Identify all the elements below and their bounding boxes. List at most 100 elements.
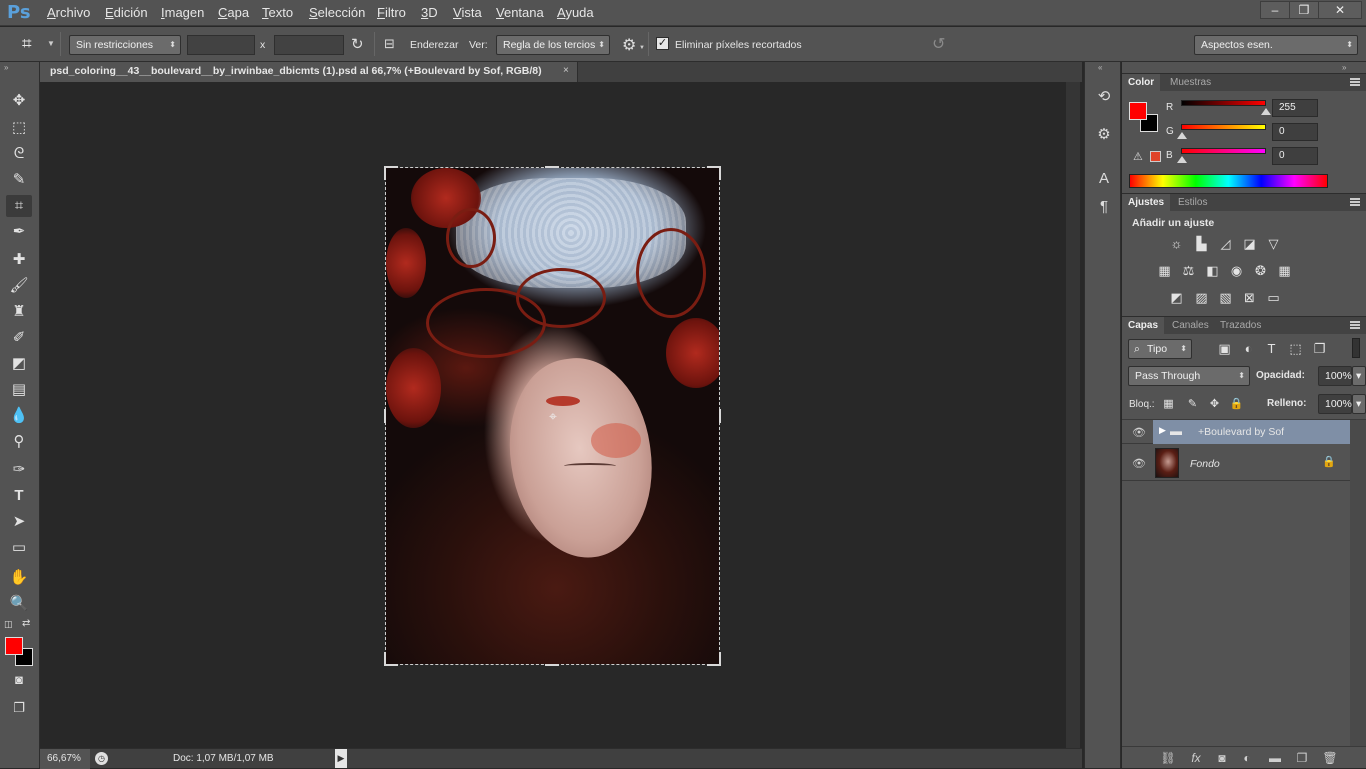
color-balance-icon[interactable]: ⚖ [1180, 263, 1197, 278]
channel-b-input[interactable]: 0 [1272, 147, 1318, 165]
slider-thumb[interactable] [1261, 108, 1271, 115]
crop-height-input[interactable] [274, 35, 344, 55]
gradient-map-icon[interactable]: ▭ [1265, 290, 1282, 305]
close-button[interactable]: ✕ [1318, 1, 1362, 19]
black-white-icon[interactable]: ◧ [1204, 263, 1221, 278]
lock-position-icon[interactable]: ✥ [1206, 397, 1223, 412]
blend-mode-select[interactable]: Pass Through ⬍ [1128, 366, 1250, 386]
lock-all-icon[interactable]: 🔒 [1228, 397, 1245, 412]
history-brush-tool-icon[interactable]: ✐ [6, 327, 32, 349]
crop-handle[interactable] [719, 409, 721, 423]
invert-icon[interactable]: ◩ [1168, 290, 1185, 305]
levels-icon[interactable]: ▙ [1193, 236, 1210, 251]
swap-colors-icon[interactable]: ⇄ [22, 618, 30, 629]
crop-handle[interactable] [707, 652, 721, 666]
properties-panel-icon[interactable]: ⚙ [1094, 124, 1114, 146]
menu-capa[interactable]: Capa [218, 5, 249, 20]
crop-handle[interactable] [545, 664, 559, 666]
crop-tool-icon[interactable]: ⌗ [22, 34, 32, 54]
link-layers-icon[interactable]: ⛓ [1160, 751, 1176, 765]
path-selection-tool-icon[interactable]: ➤ [6, 511, 32, 533]
close-tab-icon[interactable]: × [563, 65, 569, 76]
eyedropper-tool-icon[interactable]: ✒ [6, 221, 32, 243]
photo-filter-icon[interactable]: ◉ [1228, 263, 1245, 278]
proof-icon[interactable]: ◷ [95, 752, 108, 765]
channel-r-slider[interactable] [1181, 100, 1266, 106]
workspace-select[interactable]: Aspectos esen. ⬍ [1194, 35, 1358, 55]
crop-origin-crosshair-icon[interactable]: ⌖ [546, 409, 560, 423]
character-panel-icon[interactable]: A [1094, 168, 1114, 190]
filter-adjustment-icon[interactable]: ◐ [1240, 341, 1257, 356]
hue-saturation-icon[interactable]: ▦ [1156, 263, 1173, 278]
healing-brush-tool-icon[interactable]: ✚ [6, 249, 32, 271]
menu-imagen[interactable]: Imagen [161, 5, 204, 20]
menu-ventana[interactable]: Ventana [496, 5, 544, 20]
tab-trazados[interactable]: Trazados [1214, 317, 1267, 335]
zoom-tool-icon[interactable]: 🔍 [6, 593, 32, 615]
layer-row-group[interactable]: 👁 ▶ ▬ +Boulevard by Sof [1122, 420, 1350, 444]
gradient-tool-icon[interactable]: ▤ [6, 379, 32, 401]
tab-canales[interactable]: Canales [1166, 317, 1215, 335]
layer-style-icon[interactable]: fx [1188, 751, 1204, 765]
screen-mode-icon[interactable]: ❐ [6, 697, 32, 719]
channel-r-input[interactable]: 255 [1272, 99, 1318, 117]
fill-dropdown-icon[interactable]: ▾ [1352, 394, 1366, 414]
collapse-arrows-icon[interactable]: » [1342, 63, 1346, 72]
layers-scrollbar[interactable] [1350, 420, 1366, 746]
new-layer-icon[interactable]: ❐ [1294, 751, 1310, 765]
menu-3d[interactable]: 3D [421, 5, 438, 20]
crop-tool-icon[interactable]: ⌗ [6, 195, 32, 217]
filter-pixel-icon[interactable]: ▣ [1216, 341, 1233, 356]
new-adjustment-layer-icon[interactable]: ◐ [1239, 751, 1255, 765]
quick-selection-tool-icon[interactable]: ✎ [6, 169, 32, 191]
lasso-tool-icon[interactable]: ᘓ [6, 143, 32, 165]
layer-row-background[interactable]: 👁 Fondo 🔒 [1122, 445, 1350, 481]
straighten-icon[interactable]: ⊟ [384, 36, 395, 52]
quick-mask-icon[interactable]: ◙ [6, 669, 32, 691]
filter-type-icon[interactable]: T [1263, 341, 1280, 356]
panel-menu-icon[interactable] [1350, 78, 1360, 86]
collapse-arrows-icon[interactable]: « [1098, 63, 1102, 72]
visibility-eye-icon[interactable]: 👁 [1132, 457, 1146, 470]
menu-filtro[interactable]: Filtro [377, 5, 406, 20]
menu-seleccion[interactable]: Selección [309, 5, 365, 20]
delete-pixels-checkbox[interactable]: ✓ [656, 37, 669, 50]
color-foreground-swatch[interactable] [1129, 102, 1147, 120]
overlay-select[interactable]: Regla de los tercios ⬍ [496, 35, 610, 55]
panel-menu-icon[interactable] [1350, 198, 1360, 206]
vibrance-icon[interactable]: ▽ [1265, 236, 1282, 251]
hand-tool-icon[interactable]: ✋ [6, 567, 32, 589]
crop-handle[interactable] [384, 652, 398, 666]
type-tool-icon[interactable]: T [6, 485, 32, 507]
crop-handle[interactable] [384, 409, 386, 423]
tab-color[interactable]: Color [1122, 74, 1161, 92]
brightness-contrast-icon[interactable]: ☼ [1168, 236, 1185, 251]
default-colors-icon[interactable]: ◫ [4, 619, 13, 630]
channel-g-input[interactable]: 0 [1272, 123, 1318, 141]
color-spectrum-bar[interactable] [1129, 174, 1328, 188]
layer-name[interactable]: Fondo [1190, 458, 1220, 470]
restore-button[interactable]: ❐ [1289, 1, 1319, 19]
menu-ayuda[interactable]: Ayuda [557, 5, 594, 20]
document-tab[interactable]: psd_coloring__43__boulevard__by_irwinbae… [40, 62, 578, 82]
posterize-icon[interactable]: ▨ [1193, 290, 1210, 305]
menu-vista[interactable]: Vista [453, 5, 482, 20]
tab-ajustes[interactable]: Ajustes [1122, 194, 1171, 212]
dodge-tool-icon[interactable]: ⚲ [6, 431, 32, 453]
slider-thumb[interactable] [1177, 156, 1187, 163]
exposure-icon[interactable]: ◪ [1241, 236, 1258, 251]
rectangle-tool-icon[interactable]: ▭ [6, 537, 32, 559]
status-menu-arrow-icon[interactable]: ▶ [335, 749, 347, 768]
swap-rotate-icon[interactable]: ↻ [351, 35, 364, 53]
delete-pixels-label[interactable]: Eliminar píxeles recortados [675, 39, 802, 51]
tab-capas[interactable]: Capas [1122, 317, 1165, 335]
reset-icon[interactable]: ↺ [932, 34, 945, 54]
layer-name[interactable]: +Boulevard by Sof [1198, 426, 1284, 438]
foreground-color-swatch[interactable] [5, 637, 23, 655]
selective-color-icon[interactable]: ⊠ [1241, 290, 1258, 305]
brush-tool-icon[interactable]: 🖌 [6, 275, 32, 297]
color-lookup-icon[interactable]: ▦ [1276, 263, 1293, 278]
channel-mixer-icon[interactable]: ❂ [1252, 263, 1269, 278]
lock-image-icon[interactable]: ✎ [1184, 397, 1201, 412]
gamut-warning-icon[interactable]: ⚠ [1133, 150, 1143, 163]
